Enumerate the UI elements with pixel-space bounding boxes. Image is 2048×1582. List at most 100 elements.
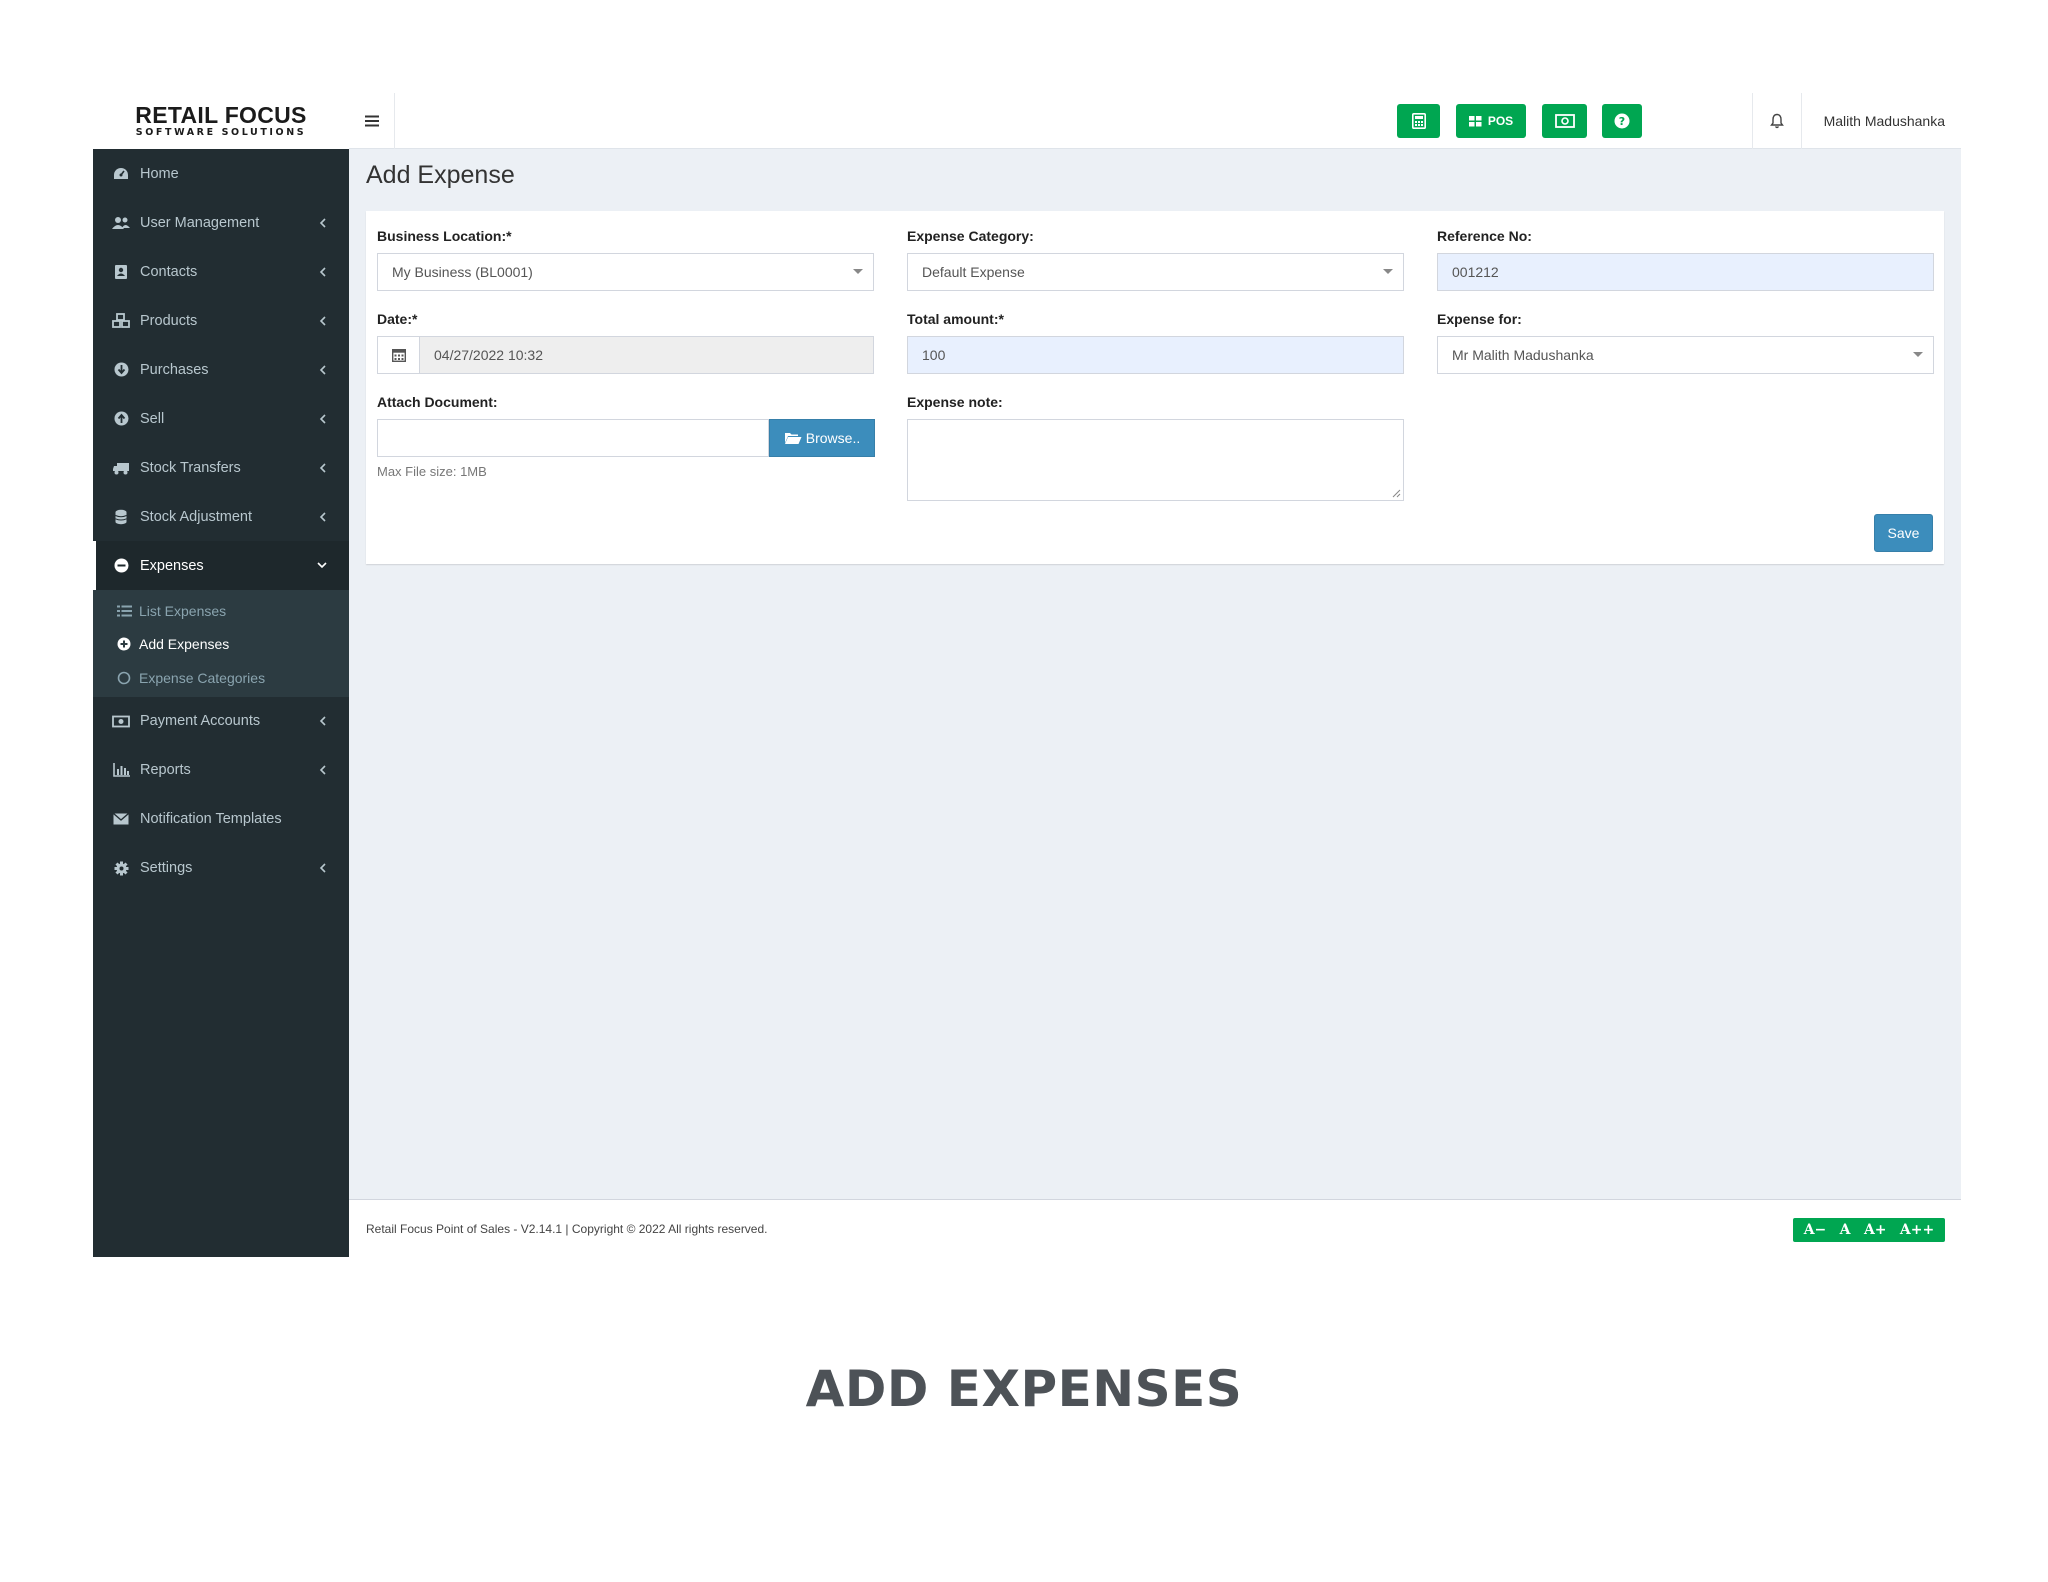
list-icon [116,603,132,619]
dropdown-caret-icon [1913,352,1923,357]
sidebar-item-label: Stock Transfers [140,459,241,476]
sidebar-item-expenses[interactable]: Expenses [93,541,349,590]
circle-outline-icon [116,670,132,686]
font-size-toolbar: A− A A+ A++ [1793,1218,1945,1242]
date-label: Date:* [377,311,418,327]
calculator-icon [1411,113,1426,129]
calculator-button[interactable] [1397,104,1440,138]
expense-for-select[interactable]: Mr Malith Madushanka [1437,336,1934,374]
brand-tagline: SOFTWARE SOLUTIONS [135,127,307,138]
envelope-icon [112,810,130,828]
bar-chart-icon [112,761,130,779]
money-icon [1554,114,1575,128]
arrow-circle-up-icon [112,410,130,428]
cubes-icon [112,312,130,330]
notifications-button[interactable] [1752,93,1802,149]
sidebar-item-label: Stock Adjustment [140,508,253,525]
sidebar-toggle-button[interactable] [349,93,395,149]
sidebar-item-label: Home [140,165,179,182]
chevron-left-icon [317,315,327,326]
sidebar-item-sell[interactable]: Sell [93,394,349,443]
date-input[interactable]: 04/27/2022 10:32 [377,336,874,374]
sidebar-item-home[interactable]: Home [93,149,349,198]
user-menu[interactable]: Malith Madushanka [1824,93,1945,149]
sidebar-item-label: Products [140,312,198,329]
sidebar: Home User Management Contacts Products P… [93,149,349,1257]
font-decrease-button[interactable]: A− [1804,1222,1827,1238]
sidebar-item-label: Payment Accounts [140,713,261,729]
sidebar-item-reports[interactable]: Reports [93,746,349,795]
chevron-left-icon [317,863,327,873]
bell-icon [1770,113,1784,129]
expense-category-select[interactable]: Default Expense [907,253,1404,291]
top-header: POS ? Malith Madushanka [349,93,1961,149]
sidebar-item-label: Purchases [140,361,209,378]
font-reset-button[interactable]: A [1840,1222,1851,1238]
total-amount-value: 100 [922,347,946,363]
address-book-icon [112,263,130,281]
help-button[interactable]: ? [1602,104,1642,138]
chevron-left-icon [317,716,327,726]
sidebar-item-label: Sell [140,410,165,427]
reference-no-input[interactable]: 001212 [1437,253,1934,291]
add-expense-form: Business Location:* My Business (BL0001)… [366,211,1944,564]
calendar-icon [378,337,420,373]
slide-caption: ADD EXPENSES [805,1360,1243,1418]
browse-button-label: Browse.. [805,430,861,446]
chevron-left-icon [317,266,327,277]
folder-open-icon [784,433,802,444]
expense-for-label: Expense for: [1437,311,1522,327]
sidebar-item-label: Settings [140,860,193,876]
sidebar-subitem-expense-categories[interactable]: Expense Categories [93,661,349,695]
minus-circle-icon [112,557,130,575]
footer-copyright: Retail Focus Point of Sales - V2.14.1 | … [366,1222,768,1236]
sidebar-item-notification-templates[interactable]: Notification Templates [93,795,349,844]
sidebar-item-payment-accounts[interactable]: Payment Accounts [93,697,349,746]
expense-category-label: Expense Category: [907,228,1034,244]
sidebar-subitem-add-expenses[interactable]: Add Expenses [93,628,349,662]
question-circle-icon: ? [1614,113,1630,129]
sidebar-subitem-label: List Expenses [139,602,227,619]
expense-category-value: Default Expense [922,264,1025,280]
sidebar-subitem-label: Expense Categories [139,669,266,686]
pos-button[interactable]: POS [1456,104,1526,138]
save-button[interactable]: Save [1874,514,1933,552]
total-amount-label: Total amount:* [907,311,1004,327]
sidebar-item-contacts[interactable]: Contacts [93,247,349,296]
app-window: RETAIL FOCUS SOFTWARE SOLUTIONS Home Use… [93,93,1961,1257]
dropdown-caret-icon [1383,269,1393,274]
sidebar-item-label: Notification Templates [140,811,282,827]
business-location-label: Business Location:* [377,228,512,244]
sidebar-item-user-management[interactable]: User Management [93,198,349,247]
database-icon [112,508,130,526]
dashboard-icon [112,165,130,183]
attach-document-input[interactable] [377,419,769,457]
sidebar-item-stock-transfers[interactable]: Stock Transfers [93,443,349,492]
sidebar-item-purchases[interactable]: Purchases [93,345,349,394]
pos-button-label: POS [1487,114,1514,128]
brand-logo[interactable]: RETAIL FOCUS SOFTWARE SOLUTIONS [93,93,349,149]
reference-no-value: 001212 [1452,264,1499,280]
chevron-left-icon [317,217,327,228]
total-amount-input[interactable]: 100 [907,336,1404,374]
font-increase-button[interactable]: A+ [1864,1222,1887,1238]
sidebar-item-products[interactable]: Products [93,296,349,345]
sidebar-item-settings[interactable]: Settings [93,844,349,893]
chevron-left-icon [317,462,327,473]
chevron-left-icon [317,511,327,522]
reference-no-label: Reference No: [1437,228,1532,244]
cash-register-button[interactable] [1542,104,1587,138]
font-increase-more-button[interactable]: A++ [1900,1222,1934,1238]
business-location-value: My Business (BL0001) [392,264,533,280]
sidebar-subitem-list-expenses[interactable]: List Expenses [93,594,349,628]
sidebar-subitem-label: Add Expenses [139,636,230,653]
browse-button[interactable]: Browse.. [769,419,875,457]
arrow-circle-down-icon [112,361,130,379]
chevron-left-icon [317,364,327,375]
date-value: 04/27/2022 10:32 [434,347,543,363]
max-file-size-hint: Max File size: 1MB [377,464,487,479]
sidebar-item-stock-adjustment[interactable]: Stock Adjustment [93,492,349,541]
plus-circle-icon [116,636,132,652]
expense-note-textarea[interactable] [907,419,1404,501]
business-location-select[interactable]: My Business (BL0001) [377,253,874,291]
